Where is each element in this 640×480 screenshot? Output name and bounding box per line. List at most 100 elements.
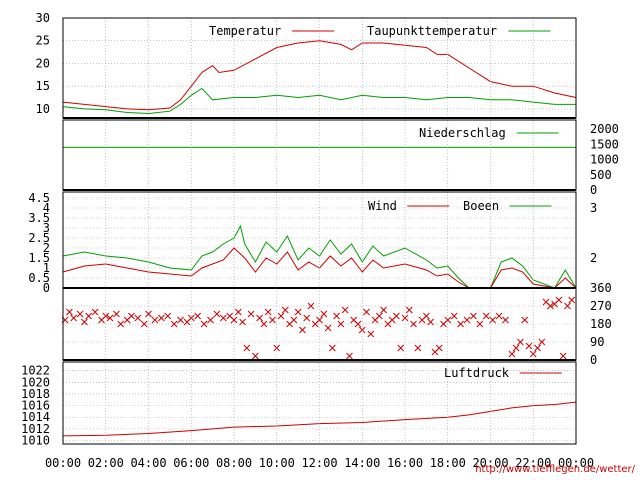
pressure-line [62, 401, 577, 437]
direction-point [145, 310, 152, 318]
direction-point [151, 316, 159, 324]
x-tick-label: 06:00 [173, 456, 209, 470]
direction-point [277, 312, 285, 320]
direction-point [85, 312, 93, 320]
direction-point [234, 308, 242, 316]
direction-point [252, 352, 259, 360]
legend-rain-label: Niederschlag [419, 126, 506, 140]
direction-y-tick: 360 [590, 281, 612, 295]
direction-point [113, 310, 120, 318]
direction-point [363, 308, 370, 316]
direction-point [281, 306, 289, 314]
direction-y-tick: 0 [590, 353, 597, 367]
direction-point [128, 312, 135, 320]
legend-pressure-label: Luftdruck [444, 366, 510, 380]
rain-y-tick: 500 [590, 168, 612, 182]
direction-point [393, 312, 400, 320]
direction-point [435, 344, 443, 352]
direction-point [320, 310, 328, 318]
direction-point [134, 314, 142, 322]
x-tick-label: 00:00 [45, 456, 81, 470]
direction-point [299, 326, 306, 334]
direction-point [508, 350, 516, 358]
direction-point [495, 312, 503, 320]
direction-point [207, 316, 214, 324]
direction-point [117, 320, 125, 328]
direction-point [375, 312, 383, 320]
x-tick-label: 04:00 [130, 456, 166, 470]
direction-point [307, 302, 315, 310]
rain-y-tick: 1500 [590, 137, 619, 151]
direction-point [502, 316, 509, 324]
direction-point [170, 320, 178, 328]
chart-stage: 10 15 20 25 30 Temperatur Taupunkttemperatur 0 5… [0, 0, 640, 480]
direction-point [414, 344, 422, 352]
direction-point [290, 316, 298, 324]
direction-point [194, 312, 202, 320]
direction-point [444, 316, 452, 324]
legend-dewpoint-label: Taupunkttemperatur [367, 24, 497, 38]
direction-point [470, 312, 477, 320]
wind-y2-tick: 3 [590, 201, 597, 215]
direction-point [164, 312, 172, 320]
wind-y2-tick: 2 [590, 251, 597, 265]
direction-point [140, 320, 148, 328]
direction-point [427, 318, 435, 326]
direction-point [157, 314, 165, 322]
direction-point [521, 316, 529, 324]
x-tick-label: 16:00 [387, 456, 423, 470]
direction-point [489, 316, 496, 324]
direction-point [367, 330, 375, 338]
x-tick-label: 12:00 [301, 456, 337, 470]
x-tick-label: 08:00 [216, 456, 252, 470]
direction-point [333, 312, 340, 320]
credit-url[interactable]: http://www.tiefflegen.de/wetter/ [475, 464, 635, 475]
direction-point [525, 342, 533, 350]
direction-point [177, 316, 184, 324]
direction-point [91, 308, 99, 316]
legend-gust-label: Boeen [463, 199, 499, 213]
temp-y-tick: 10 [36, 102, 50, 116]
legend-wind-label: Wind [368, 199, 397, 213]
rain-y-tick: 2000 [590, 122, 619, 136]
x-tick-label: 10:00 [259, 456, 295, 470]
pressure-y-tick: 1022 [21, 364, 50, 378]
direction-point [243, 344, 251, 352]
direction-point [239, 318, 246, 326]
weather-chart: 10 15 20 25 30 Temperatur Taupunkttemperatur 0 5… [21, 11, 619, 470]
x-tick-label: 18:00 [430, 456, 466, 470]
direction-point [405, 306, 413, 314]
direction-point [346, 352, 353, 360]
direction-point [423, 312, 430, 320]
wind-y-tick: 4.5 [28, 191, 50, 205]
direction-point [256, 314, 264, 322]
direction-point [269, 316, 276, 324]
x-tick-label: 14:00 [344, 456, 380, 470]
x-tick-label: 02:00 [88, 456, 124, 470]
direction-point [534, 344, 541, 352]
direction-point [512, 344, 520, 352]
direction-point [316, 316, 323, 324]
legend-temperature-label: Temperatur [209, 24, 281, 38]
direction-point [264, 308, 272, 316]
direction-point [341, 306, 349, 314]
direction-point [230, 316, 238, 324]
temp-y-tick: 20 [36, 56, 50, 70]
direction-point [559, 352, 567, 360]
direction-point [380, 306, 387, 314]
direction-point [568, 296, 576, 304]
direction-y-tick: 180 [590, 317, 612, 331]
direction-point [294, 308, 302, 316]
direction-point [482, 312, 490, 320]
direction-y-tick: 270 [590, 299, 612, 313]
temp-y-tick: 30 [36, 11, 50, 25]
direction-point [324, 324, 332, 332]
temp-y-tick: 25 [36, 34, 50, 48]
direction-point [70, 314, 78, 322]
direction-point [555, 296, 563, 304]
temp-y-tick: 15 [36, 79, 50, 93]
direction-point [213, 310, 221, 318]
direction-point [450, 312, 458, 320]
direction-point [247, 310, 255, 318]
direction-point [397, 344, 405, 352]
